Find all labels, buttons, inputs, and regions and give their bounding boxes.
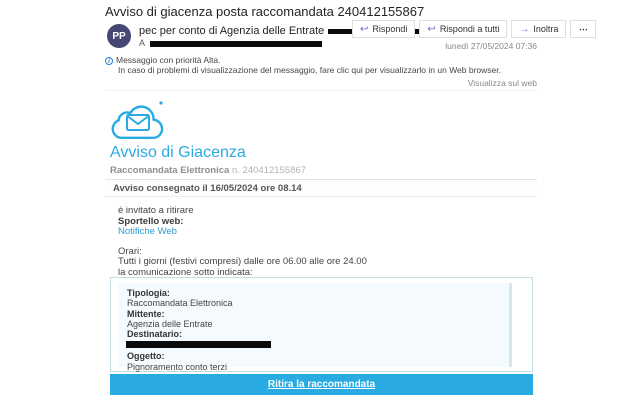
cta-label: Ritira la raccomandata — [267, 379, 376, 390]
redacted-recipient-address — [150, 40, 323, 47]
notifiche-web-link[interactable]: Notifiche Web — [118, 226, 367, 238]
oggetto-label: Oggetto: — [127, 351, 165, 362]
delivered-banner: Avviso consegnato il 16/05/2024 ore 08.1… — [105, 179, 537, 197]
reply-button[interactable]: ↩ Rispondi — [352, 20, 416, 38]
more-actions-button[interactable]: ⋯ — [570, 20, 597, 38]
delivered-text: Avviso consegnato il 16/05/2024 ore 08.1… — [113, 182, 302, 194]
recipient-line: A — [139, 38, 323, 48]
webview-hint-text: In caso di problemi di visualizzazione d… — [118, 64, 501, 75]
sender-avatar[interactable]: PP — [107, 24, 131, 48]
to-label: A — [139, 38, 146, 48]
info-icon: i — [105, 57, 113, 65]
redacted-destinatario — [126, 341, 271, 349]
details-panel: Tipologia: Raccomandata Elettronica Mitt… — [118, 283, 512, 372]
header-divider — [105, 90, 537, 91]
priority-notice: i Messaggio con priorità Alta. In caso di… — [105, 55, 501, 75]
orari-text: Tutti i giorni (festivi compresi) dalle … — [118, 256, 367, 267]
view-on-web-link[interactable]: Visualizza sul web — [468, 78, 537, 88]
oggetto-value: Pignoramento conto terzi — [127, 361, 228, 372]
raccomandata-number: Raccomandata Elettronica n. 240412155867 — [110, 165, 306, 176]
message-body-text: è invitato a ritirare Sportello web: Not… — [118, 205, 367, 278]
reply-all-icon: ↩ — [427, 23, 436, 35]
ritira-raccomandata-button[interactable]: Ritira la raccomandata — [110, 374, 533, 395]
sender-name[interactable]: pec per conto di Agenzia delle Entrate — [139, 25, 324, 37]
tipologia-value: Raccomandata Elettronica — [127, 298, 233, 309]
reply-icon: ↩ — [360, 23, 369, 35]
email-reading-pane: Avviso di giacenza posta raccomandata 24… — [0, 0, 640, 400]
destinatario-label: Destinatario: — [127, 329, 183, 340]
avviso-title: Avviso di Giacenza — [110, 144, 246, 161]
priority-text: Messaggio con priorità Alta. — [116, 55, 221, 65]
invite-text: è invitato a ritirare — [118, 205, 194, 216]
message-date: lunedì 27/05/2024 07:36 — [445, 41, 537, 51]
raccomandata-details-box: Tipologia: Raccomandata Elettronica Mitt… — [110, 277, 533, 372]
reply-all-button[interactable]: ↩ Rispondi a tutti — [419, 20, 508, 38]
mittente-value: Agenzia delle Entrate — [127, 318, 213, 329]
email-subject: Avviso di giacenza posta raccomandata 24… — [105, 4, 425, 19]
forward-icon: → — [519, 23, 530, 35]
forward-button[interactable]: → Inoltra — [511, 20, 567, 38]
message-actions: ↩ Rispondi ↩ Rispondi a tutti → Inoltra … — [348, 20, 597, 38]
cloud-envelope-logo-icon — [110, 98, 168, 149]
tipologia-label: Tipologia: — [127, 288, 170, 298]
mittente-label: Mittente: — [127, 308, 165, 319]
